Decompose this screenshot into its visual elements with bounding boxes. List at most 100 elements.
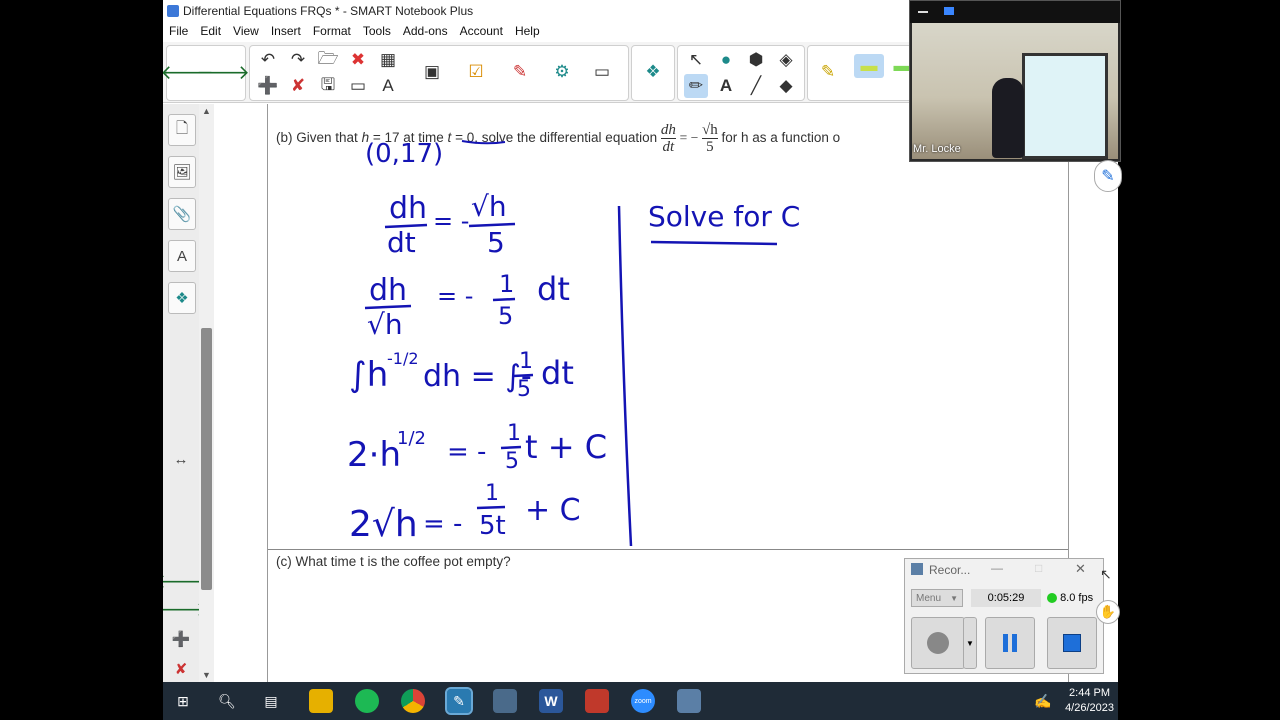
floating-pen-tool-icon[interactable]: ✎ bbox=[1094, 160, 1122, 192]
table-icon[interactable]: ▦ bbox=[376, 48, 400, 72]
recorder-close-icon[interactable]: ✕ bbox=[1075, 561, 1086, 577]
highlighter-color-icon[interactable]: ▬ bbox=[854, 54, 884, 78]
tools-group: ↖ ● ⬢ ◈ ✏ A ╱ ◆ bbox=[677, 45, 805, 101]
addons-puzzle-icon[interactable]: ❖ bbox=[641, 60, 665, 84]
next-page-button[interactable]: 🡒 bbox=[196, 60, 250, 84]
activity-icon[interactable]: ⚙ bbox=[550, 60, 574, 84]
next-page-icon[interactable]: 🡒 bbox=[163, 594, 208, 624]
eraser-icon[interactable]: ◆ bbox=[774, 74, 798, 98]
screen-capture-icon[interactable]: ▣ bbox=[420, 60, 444, 84]
attachments-tab[interactable]: 📎 bbox=[168, 198, 196, 230]
video-top-bar bbox=[910, 1, 1120, 23]
menu-edit[interactable]: Edit bbox=[200, 24, 221, 38]
start-icon[interactable]: ⊞ bbox=[171, 689, 195, 713]
scroll-up-icon[interactable]: ▲ bbox=[202, 106, 211, 116]
gallery-tab[interactable]: 🖼 bbox=[168, 156, 196, 188]
recorder-menu-label: Menu bbox=[916, 593, 942, 604]
polygon-icon[interactable]: ⬢ bbox=[744, 48, 768, 72]
menu-add-ons[interactable]: Add-ons bbox=[403, 24, 448, 38]
undo-icon[interactable]: ↶ bbox=[256, 48, 280, 72]
menu-format[interactable]: Format bbox=[313, 24, 351, 38]
redo-icon[interactable]: ↷ bbox=[286, 48, 310, 72]
scrollbar-thumb[interactable] bbox=[201, 328, 212, 590]
scroll-down-icon[interactable]: ▼ bbox=[202, 670, 211, 680]
highlighter-icon[interactable]: ✎ bbox=[816, 60, 840, 84]
record-button[interactable] bbox=[911, 617, 965, 669]
search-icon[interactable]: 🔍︎ bbox=[215, 689, 239, 713]
line2-rhs-bar bbox=[492, 297, 516, 302]
save-icon[interactable]: 🖫 bbox=[316, 74, 340, 98]
resize-panel-icon[interactable]: ↔ bbox=[168, 444, 194, 474]
addons-tab[interactable]: ❖ bbox=[168, 282, 196, 314]
menu-account[interactable]: Account bbox=[460, 24, 503, 38]
select-icon[interactable]: ↖ bbox=[684, 48, 708, 72]
side-note-underline bbox=[650, 240, 778, 246]
menu-insert[interactable]: Insert bbox=[271, 24, 301, 38]
add-page-icon[interactable]: ➕ bbox=[256, 74, 280, 98]
menu-help[interactable]: Help bbox=[515, 24, 540, 38]
line1-lhs-num: dh bbox=[389, 191, 427, 226]
chrome-icon[interactable] bbox=[401, 689, 425, 713]
hand-cursor-icon: ✋ bbox=[1096, 600, 1120, 624]
text-format-icon[interactable]: A bbox=[376, 74, 400, 98]
add-page-icon[interactable]: ➕ bbox=[168, 624, 194, 654]
page-sorter-tab[interactable]: 🗋 bbox=[168, 114, 196, 146]
pause-button[interactable] bbox=[985, 617, 1035, 669]
menu-view[interactable]: View bbox=[233, 24, 259, 38]
line2-eq: = - bbox=[437, 282, 473, 310]
recorder-icon[interactable] bbox=[677, 689, 701, 713]
line2-dt: dt bbox=[537, 270, 570, 308]
file-explorer-icon[interactable] bbox=[309, 689, 333, 713]
line-icon[interactable]: ╱ bbox=[744, 74, 768, 98]
menu-file[interactable]: File bbox=[169, 24, 188, 38]
camera-app-icon[interactable] bbox=[493, 689, 517, 713]
recorder-minimize-icon[interactable]: — bbox=[991, 561, 1003, 575]
delete-page-icon[interactable]: ✘ bbox=[168, 654, 194, 684]
fps-label: 8.0 fps bbox=[1060, 592, 1094, 604]
recorder-menu-dropdown[interactable]: Menu ▼ bbox=[911, 589, 963, 607]
windows-taskbar: ⊞ 🔍︎ ▤ ✎ W zoom ✍ 2:44 PM 4/26/2023 bbox=[163, 682, 1118, 720]
vertical-scrollbar[interactable]: ▲ ▼ bbox=[199, 104, 214, 682]
line3-left: ∫h bbox=[349, 355, 388, 395]
line5-frac-num: 1 bbox=[485, 481, 499, 506]
pen-workspace-icon[interactable]: ✍ bbox=[1031, 689, 1055, 713]
open-icon[interactable]: 🗁 bbox=[316, 48, 340, 72]
record-options-button[interactable]: ▼ bbox=[963, 617, 977, 669]
screen-shade-icon[interactable]: ▭ bbox=[346, 74, 370, 98]
pens-icon[interactable]: ✏ bbox=[684, 74, 708, 98]
display-icon[interactable]: ▭ bbox=[590, 60, 614, 84]
response-icon[interactable]: ☑ bbox=[464, 60, 488, 84]
line2-lhs-num: dh bbox=[369, 273, 407, 308]
smartboard-in-video bbox=[1022, 53, 1108, 159]
line4-frac-den: 5 bbox=[505, 449, 519, 474]
smart-notebook-icon[interactable]: ✎ bbox=[445, 687, 473, 715]
window-title: Differential Equations FRQs * - SMART No… bbox=[183, 4, 474, 18]
recorder-maximize-icon[interactable]: □ bbox=[1035, 561, 1042, 575]
line4-frac-bar bbox=[500, 445, 522, 450]
line1-rhs-num: √h bbox=[471, 190, 507, 223]
text-tool-icon[interactable]: A bbox=[714, 74, 738, 98]
webcam-video-overlay: Mr. Locke bbox=[909, 0, 1121, 162]
doc-camera-icon[interactable]: ✎ bbox=[508, 60, 532, 84]
side-panel-tabs: 🗋 🖼 📎 A ❖ ↔ 🡐 🡒 ➕ ✘ bbox=[163, 104, 208, 684]
system-clock[interactable]: 2:44 PM 4/26/2023 bbox=[1065, 686, 1114, 716]
fill-icon[interactable]: ◈ bbox=[774, 48, 798, 72]
pause-icon bbox=[1003, 634, 1017, 652]
minimize-video-icon[interactable] bbox=[918, 11, 928, 13]
previous-page-icon[interactable]: 🡐 bbox=[163, 566, 208, 596]
stop-button[interactable] bbox=[1047, 617, 1097, 669]
word-icon[interactable]: W bbox=[539, 689, 563, 713]
menu-tools[interactable]: Tools bbox=[363, 24, 391, 38]
delete-icon[interactable]: ✖ bbox=[346, 48, 370, 72]
delete-page-icon[interactable]: ✘ bbox=[286, 74, 310, 98]
task-view-icon[interactable]: ▤ bbox=[259, 689, 283, 713]
video-view-icon[interactable] bbox=[944, 7, 954, 15]
cursor-arrow-icon: ↖ bbox=[1100, 566, 1112, 582]
properties-tab[interactable]: A bbox=[168, 240, 196, 272]
line3-right: dt bbox=[541, 354, 574, 392]
shapes-icon[interactable]: ● bbox=[714, 48, 738, 72]
smart-ink-icon[interactable] bbox=[585, 689, 609, 713]
spotify-icon[interactable] bbox=[355, 689, 379, 713]
smart-notebook-app-icon bbox=[167, 5, 179, 17]
zoom-icon[interactable]: zoom bbox=[631, 689, 655, 713]
